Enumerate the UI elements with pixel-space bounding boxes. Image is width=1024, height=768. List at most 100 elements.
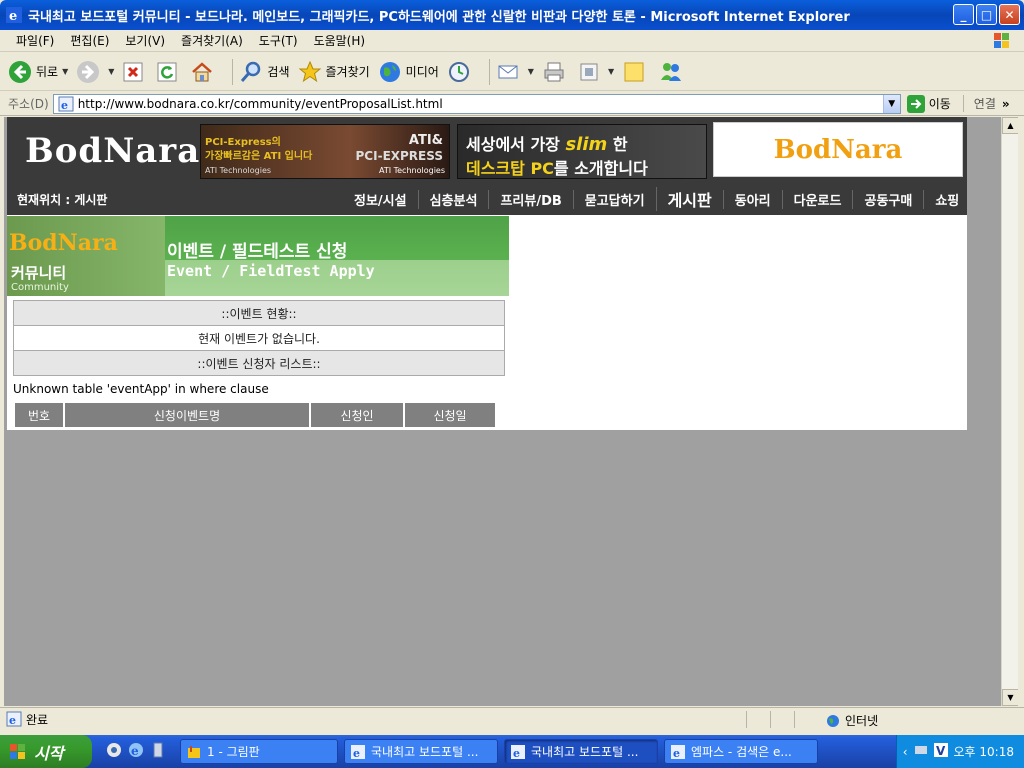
task-label: 1 - 그림판 — [207, 745, 260, 759]
minimize-button[interactable]: _ — [953, 4, 974, 25]
taskbar: 시작 e 1 - 그림판 e 국내최고 보드포털 ... e 국내최고 보드포털… — [0, 735, 1024, 768]
forward-dropdown-icon[interactable]: ▼ — [108, 67, 114, 76]
vertical-scrollbar[interactable]: ▲ ▼ — [1001, 117, 1019, 706]
back-arrow-icon — [9, 60, 31, 83]
menu-tools[interactable]: 도구(T) — [251, 32, 306, 49]
nav-shopping[interactable]: 쇼핑 — [923, 189, 970, 209]
status-panes — [746, 711, 818, 728]
ie-icon: e — [351, 744, 365, 759]
event-banner: BodNara 커뮤니티 Community 이벤트 / 필드테스트 신청 Ev… — [7, 216, 509, 296]
messenger-button[interactable] — [658, 60, 688, 84]
taskbar-item-ie-2[interactable]: e 국내최고 보드포털 ... — [504, 739, 658, 764]
forward-arrow-icon — [77, 60, 100, 83]
task-label: 국내최고 보드포털 ... — [531, 745, 639, 759]
address-input[interactable]: e http://www.bodnara.co.kr/community/eve… — [52, 93, 901, 114]
favorites-button[interactable]: 즐겨찾기 — [298, 60, 370, 84]
nav-info[interactable]: 정보/시설 — [343, 190, 418, 209]
taskbar-item-ie-1[interactable]: e 국내최고 보드포털 ... — [344, 739, 498, 764]
edit-button[interactable]: ▼ — [578, 61, 614, 83]
scroll-down-icon[interactable]: ▼ — [1002, 689, 1019, 706]
links-label[interactable]: 연결 — [962, 95, 996, 112]
start-button[interactable]: 시작 — [0, 735, 92, 768]
search-button[interactable]: 검색 — [239, 60, 290, 84]
home-button[interactable] — [190, 60, 218, 84]
tray-expand-icon[interactable]: ‹ — [903, 745, 908, 759]
svg-text:e: e — [131, 744, 139, 758]
quicklaunch-media-icon[interactable] — [106, 742, 122, 761]
mail-dropdown-icon[interactable]: ▼ — [528, 67, 534, 76]
taskbar-item-paint[interactable]: 1 - 그림판 — [180, 739, 338, 764]
nav-analysis[interactable]: 심층분석 — [417, 189, 489, 209]
print-icon — [544, 62, 564, 81]
tray-network-icon[interactable] — [914, 743, 928, 760]
nav-preview[interactable]: 프리뷰/DB — [488, 189, 572, 209]
nav-club[interactable]: 동아리 — [722, 189, 782, 209]
history-button[interactable] — [447, 60, 475, 84]
toolbar-separator — [232, 58, 234, 85]
page-icon: e — [58, 96, 74, 112]
status-pane — [794, 711, 818, 728]
quicklaunch-app-icon[interactable] — [150, 742, 166, 761]
print-button[interactable] — [542, 60, 570, 84]
quicklaunch-ie-icon[interactable]: e — [128, 742, 144, 761]
page-done-icon: e — [6, 711, 22, 727]
svg-text:e: e — [9, 714, 16, 727]
ati-banner-line4: PCI-EXPRESS — [355, 149, 443, 163]
windows-logo-icon — [994, 33, 1009, 48]
address-label: 주소(D) — [8, 97, 49, 111]
menu-file[interactable]: 파일(F) — [8, 32, 62, 49]
media-label: 미디어 — [405, 65, 439, 79]
nav-qna[interactable]: 묻고답하기 — [572, 189, 656, 209]
slim-pc-banner[interactable]: 세상에서 가장 slim 한 데스크탑 PC를 소개합니다 — [457, 124, 707, 179]
refresh-button[interactable] — [156, 61, 182, 83]
menu-edit[interactable]: 편집(E) — [62, 32, 117, 49]
svg-text:e: e — [61, 99, 68, 112]
ati-banner-line1: PCI-Express의 — [205, 137, 281, 148]
ati-banner[interactable]: PCI-Express의 가장빠르감은 ATI 입니다 ATI& PCI-EXP… — [200, 124, 450, 179]
svg-text:e: e — [513, 747, 520, 759]
site-header: BodNara PCI-Express의 가장빠르감은 ATI 입니다 ATI&… — [7, 117, 967, 215]
community-logo: BodNara — [9, 230, 118, 256]
slim-banner-highlight: 데스크탑 PC — [466, 159, 554, 178]
back-dropdown-icon[interactable]: ▼ — [62, 67, 68, 76]
tray-v3-icon[interactable]: V — [933, 743, 948, 760]
back-button[interactable]: 뒤로 ▼ — [8, 60, 68, 84]
windows-flag-icon — [10, 743, 25, 759]
forward-button[interactable]: ▼ — [76, 60, 114, 84]
links-chevron-icon[interactable]: » — [1002, 97, 1010, 111]
discuss-button[interactable] — [622, 60, 650, 84]
col-applicant: 신청인 — [311, 403, 403, 427]
edit-icon — [580, 63, 598, 80]
mail-button[interactable]: ▼ — [496, 60, 534, 84]
media-button[interactable]: 미디어 — [378, 60, 439, 84]
menu-favorites[interactable]: 즐겨찾기(A) — [173, 32, 251, 49]
stop-icon — [123, 62, 143, 81]
nav-download[interactable]: 다운로드 — [781, 189, 853, 209]
maximize-button[interactable]: □ — [976, 4, 997, 25]
menu-view[interactable]: 보기(V) — [117, 32, 173, 49]
search-icon — [241, 61, 261, 82]
nav-group-buy[interactable]: 공동구매 — [852, 189, 923, 209]
col-apply-date: 신청일 — [405, 403, 495, 427]
go-button[interactable]: 이동 — [906, 94, 951, 113]
col-event-name: 신청이벤트명 — [65, 403, 309, 427]
site-logo[interactable]: BodNara — [25, 131, 199, 171]
event-status-table: ::이벤트 현황:: 현재 이벤트가 없습니다. ::이벤트 신청자 리스트:: — [13, 300, 505, 376]
address-bar: 주소(D) e http://www.bodnara.co.kr/communi… — [0, 92, 1024, 116]
slim-banner-post: 한 — [612, 135, 628, 154]
refresh-icon — [157, 62, 177, 81]
address-dropdown-icon[interactable]: ▼ — [882, 94, 900, 113]
edit-dropdown-icon[interactable]: ▼ — [608, 67, 614, 76]
menu-help[interactable]: 도움말(H) — [306, 32, 374, 49]
taskbar-item-empas[interactable]: e 엠파스 - 검색은 e... — [664, 739, 818, 764]
bodnara-banner[interactable]: BodNara — [713, 122, 963, 177]
zone-label: 인터넷 — [845, 714, 879, 728]
slim-banner-slim: slim — [565, 134, 608, 155]
home-icon — [192, 61, 213, 81]
nav-board[interactable]: 게시판 — [655, 187, 723, 211]
close-button[interactable]: ✕ — [999, 4, 1020, 25]
paint-icon — [188, 745, 200, 758]
quick-launch: e — [106, 742, 166, 761]
scroll-up-icon[interactable]: ▲ — [1002, 117, 1019, 134]
stop-button[interactable] — [122, 61, 148, 83]
